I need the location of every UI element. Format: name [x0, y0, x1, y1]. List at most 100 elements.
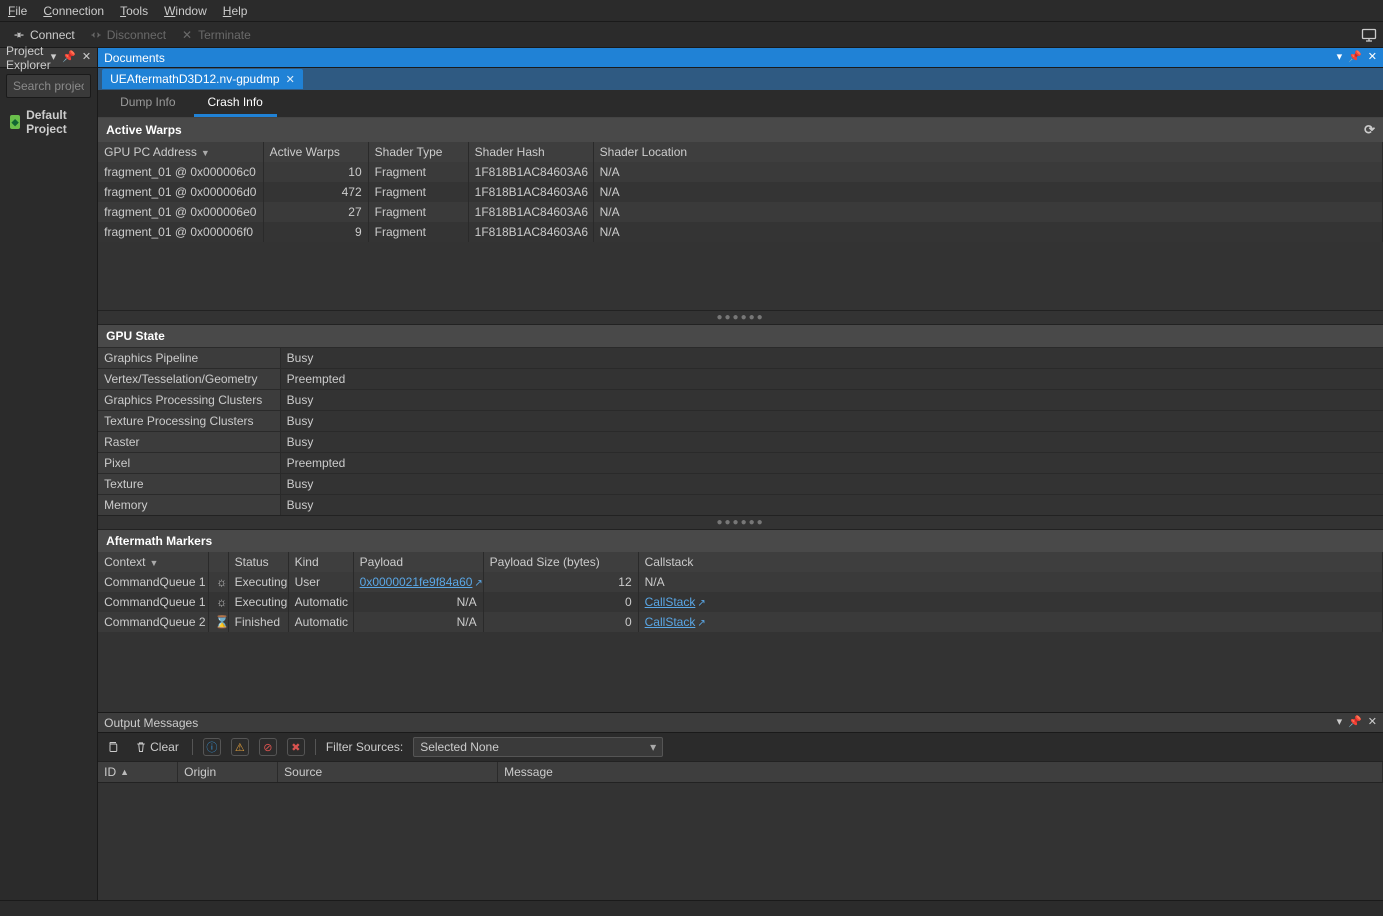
external-link-icon: ↗ — [474, 578, 482, 589]
table-row[interactable]: fragment_01 @ 0x000006d0472Fragment1F818… — [98, 182, 1382, 202]
table-row: Vertex/Tesselation/GeometryPreempted — [98, 369, 1383, 390]
col-origin[interactable]: Origin — [178, 762, 278, 782]
toolbar: Connect Disconnect ✕ Terminate — [0, 22, 1383, 48]
table-row[interactable]: CommandQueue 2⌛FinishedAutomaticN/A0Call… — [98, 612, 1382, 632]
external-link-icon: ↗ — [697, 598, 705, 609]
documents-title-bar: Documents ▾ 📌 ✕ — [98, 48, 1383, 68]
table-row[interactable]: fragment_01 @ 0x000006c010Fragment1F818B… — [98, 162, 1382, 182]
filter-warning-icon[interactable]: ⚠ — [231, 738, 249, 756]
col-kind[interactable]: Kind — [288, 552, 353, 572]
table-row: TextureBusy — [98, 474, 1383, 495]
col-shader-location[interactable]: Shader Location — [593, 142, 1382, 162]
table-row: Graphics Processing ClustersBusy — [98, 390, 1383, 411]
col-payload[interactable]: Payload — [353, 552, 483, 572]
filter-sources-select[interactable]: Selected None — [413, 737, 663, 757]
output-messages-title: Output Messages — [104, 716, 198, 730]
output-messages-panel: Output Messages ▾ 📌 ✕ Clear ⓘ ⚠ ⊘ — [98, 712, 1383, 900]
active-warps-section: Active Warps ⟳ GPU PC Address▼ Active Wa… — [98, 118, 1383, 310]
filter-info-icon[interactable]: ⓘ — [203, 738, 221, 756]
output-messages-title-bar: Output Messages ▾ 📌 ✕ — [98, 713, 1383, 733]
menu-window[interactable]: Window — [164, 4, 207, 18]
connect-label: Connect — [30, 28, 75, 42]
col-status-icon[interactable] — [208, 552, 228, 572]
tab-crash-info[interactable]: Crash Info — [194, 89, 277, 117]
document-tab[interactable]: UEAftermathD3D12.nv-gpudmp ✕ — [102, 69, 303, 89]
splitter-handle[interactable]: ●●●●●● — [98, 515, 1383, 530]
pin-icon[interactable]: 📌 — [1348, 52, 1362, 63]
search-input[interactable] — [6, 74, 91, 98]
close-icon[interactable]: ✕ — [1368, 52, 1377, 63]
output-messages-body — [98, 783, 1383, 900]
menu-help[interactable]: Help — [223, 4, 248, 18]
filter-critical-icon[interactable]: ✖ — [287, 738, 305, 756]
minimize-icon[interactable]: ▾ — [1337, 52, 1343, 63]
col-gpu-pc-address[interactable]: GPU PC Address▼ — [98, 142, 263, 162]
gear-icon: ☼ — [215, 595, 229, 609]
menu-file[interactable]: File — [8, 4, 27, 18]
close-icon[interactable]: ✕ — [82, 52, 91, 63]
project-root-label: Default Project — [26, 108, 87, 136]
pin-icon[interactable]: 📌 — [62, 52, 76, 63]
table-row[interactable]: CommandQueue 1☼ExecutingAutomaticN/A0Cal… — [98, 592, 1382, 612]
terminate-label: Terminate — [198, 28, 251, 42]
minimize-icon[interactable]: ▾ — [1337, 717, 1343, 728]
gear-icon: ☼ — [215, 575, 229, 589]
connect-button[interactable]: Connect — [12, 28, 75, 42]
filter-sources-label: Filter Sources: — [326, 740, 403, 754]
col-callstack[interactable]: Callstack — [638, 552, 1382, 572]
callstack-link[interactable]: CallStack — [645, 595, 696, 609]
aftermath-markers-table: Context▼ Status Kind Payload Payload Siz… — [98, 552, 1383, 632]
tab-dump-info[interactable]: Dump Info — [106, 89, 189, 117]
terminate-icon: ✕ — [180, 28, 194, 42]
clear-button[interactable]: Clear — [132, 739, 182, 755]
col-shader-hash[interactable]: Shader Hash — [468, 142, 593, 162]
table-row: Texture Processing ClustersBusy — [98, 411, 1383, 432]
project-explorer-title: Project Explorer — [6, 44, 51, 72]
col-status[interactable]: Status — [228, 552, 288, 572]
menu-tools[interactable]: Tools — [120, 4, 148, 18]
col-context[interactable]: Context▼ — [98, 552, 208, 572]
project-explorer-title-bar: Project Explorer ▾ 📌 ✕ — [0, 48, 97, 68]
refresh-icon[interactable]: ⟳ — [1364, 122, 1375, 138]
disconnect-icon — [89, 28, 103, 42]
table-row[interactable]: fragment_01 @ 0x000006e027Fragment1F818B… — [98, 202, 1382, 222]
terminate-button: ✕ Terminate — [180, 28, 251, 42]
minimize-icon[interactable]: ▾ — [51, 52, 57, 63]
menu-connection[interactable]: Connection — [43, 4, 104, 18]
payload-link[interactable]: 0x0000021fe9f84a60 — [360, 575, 473, 589]
callstack-link[interactable]: CallStack — [645, 615, 696, 629]
close-icon[interactable]: ✕ — [1368, 717, 1377, 728]
col-id[interactable]: ID▲ — [98, 762, 178, 782]
external-link-icon: ↗ — [697, 618, 705, 629]
monitor-icon[interactable] — [1361, 26, 1377, 42]
hourglass-icon: ⌛ — [215, 615, 229, 629]
col-payload-size[interactable]: Payload Size (bytes) — [483, 552, 638, 572]
gpu-state-table: Graphics PipelineBusyVertex/Tesselation/… — [98, 347, 1383, 515]
table-row: PixelPreempted — [98, 453, 1383, 474]
table-row[interactable]: fragment_01 @ 0x000006f09Fragment1F818B1… — [98, 222, 1382, 242]
splitter-handle[interactable]: ●●●●●● — [98, 310, 1383, 325]
aftermath-markers-section: Aftermath Markers Context▼ Status Kind P… — [98, 530, 1383, 712]
table-row: Graphics PipelineBusy — [98, 348, 1383, 369]
copy-button[interactable] — [104, 740, 122, 754]
table-row: MemoryBusy — [98, 495, 1383, 516]
col-source[interactable]: Source — [278, 762, 498, 782]
disconnect-button: Disconnect — [89, 28, 166, 42]
document-tab-label: UEAftermathD3D12.nv-gpudmp — [110, 72, 279, 86]
document-tab-strip: UEAftermathD3D12.nv-gpudmp ✕ — [98, 68, 1383, 90]
connect-icon — [12, 28, 26, 42]
table-row[interactable]: CommandQueue 1☼ExecutingUser0x0000021fe9… — [98, 572, 1382, 592]
pin-icon[interactable]: 📌 — [1348, 717, 1362, 728]
active-warps-table: GPU PC Address▼ Active Warps Shader Type… — [98, 142, 1383, 242]
gpu-state-section: GPU State Graphics PipelineBusyVertex/Te… — [98, 325, 1383, 515]
col-message[interactable]: Message — [498, 762, 1383, 782]
documents-title: Documents — [104, 51, 165, 65]
project-tree: ◆ Default Project — [0, 104, 97, 140]
menu-bar: File Connection Tools Window Help — [0, 0, 1383, 22]
col-active-warps[interactable]: Active Warps — [263, 142, 368, 162]
close-icon[interactable]: ✕ — [286, 73, 295, 86]
project-root-node[interactable]: ◆ Default Project — [6, 106, 91, 138]
filter-error-icon[interactable]: ⊘ — [259, 738, 277, 756]
col-shader-type[interactable]: Shader Type — [368, 142, 468, 162]
output-toolbar: Clear ⓘ ⚠ ⊘ ✖ Filter Sources: Selected N… — [98, 733, 1383, 762]
